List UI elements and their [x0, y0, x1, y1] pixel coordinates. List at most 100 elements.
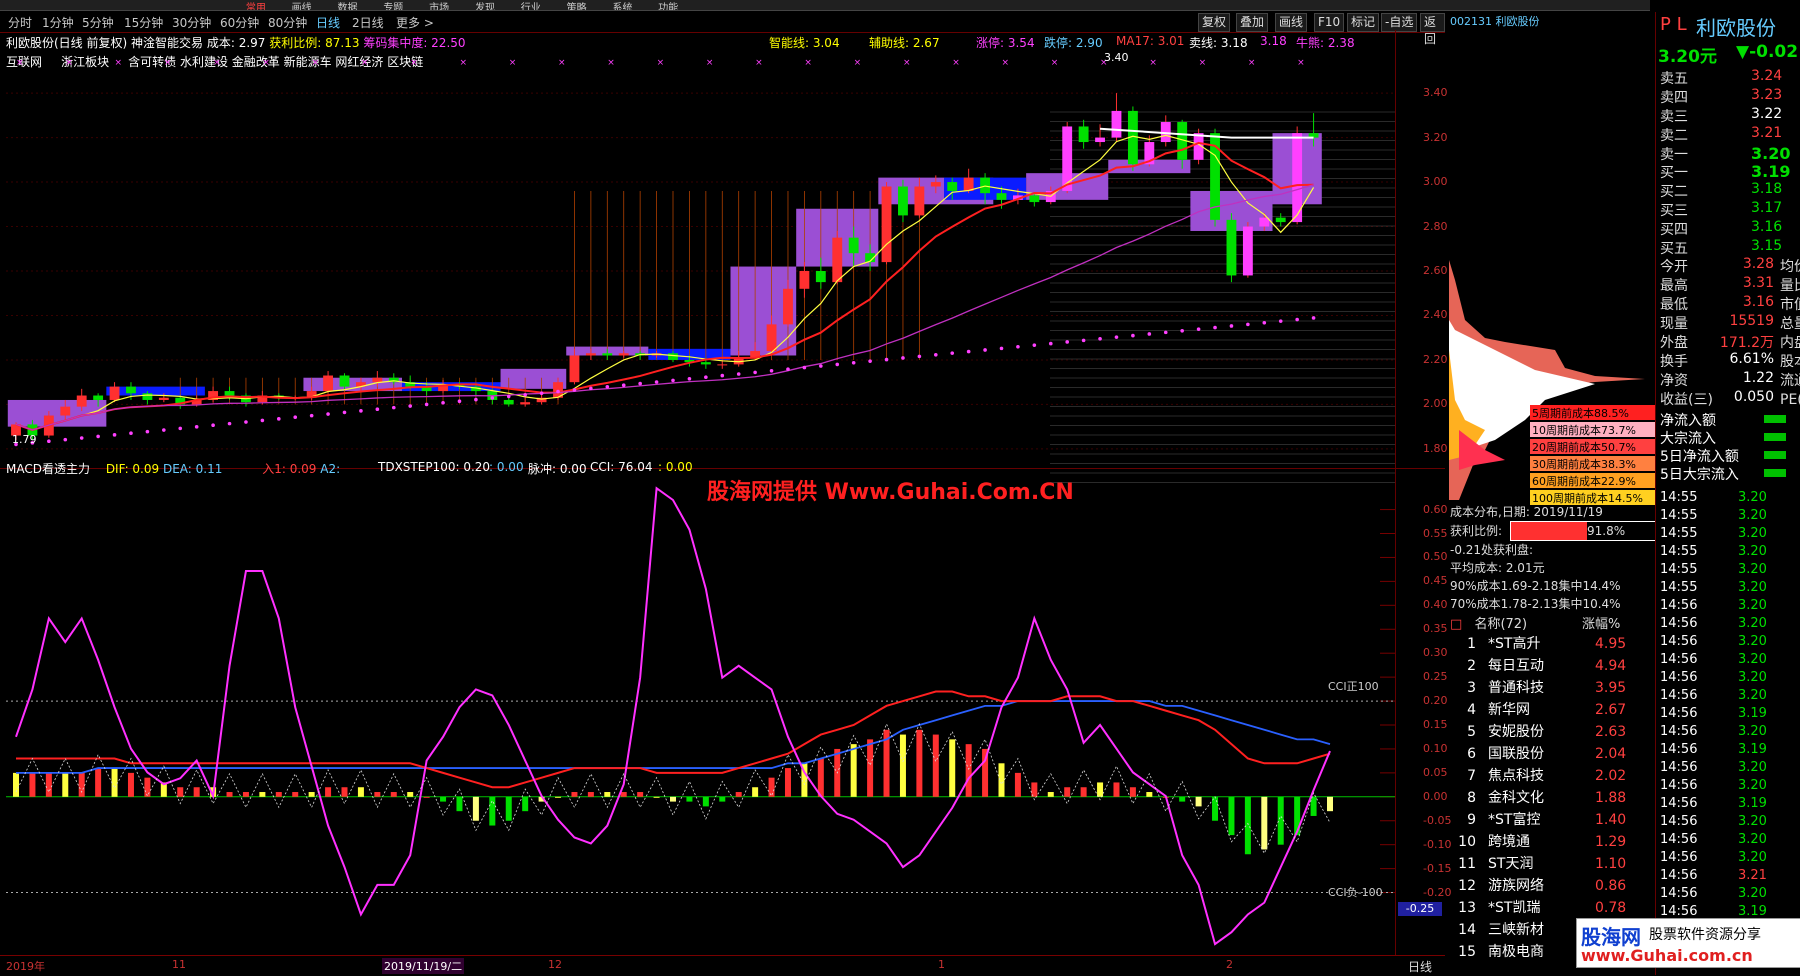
- ranking-row[interactable]: 1 *ST高升 4.95: [1450, 633, 1655, 655]
- rank-name: *ST富控: [1488, 812, 1541, 828]
- candle-body[interactable]: [783, 288, 793, 325]
- menu-item-7[interactable]: 专题: [383, 4, 403, 11]
- candle-body[interactable]: [1078, 126, 1089, 143]
- rank-name: 国联股份: [1488, 746, 1544, 762]
- candle-body[interactable]: [799, 271, 810, 289]
- candle-body[interactable]: [1226, 219, 1237, 276]
- tab-fenshi[interactable]: 分时: [8, 14, 32, 31]
- tick-time: 14:56: [1660, 760, 1698, 775]
- candle-body[interactable]: [93, 395, 104, 400]
- candle-body[interactable]: [947, 182, 958, 191]
- macd-bar: [242, 792, 249, 797]
- ranking-row[interactable]: 2 每日互动 4.94: [1450, 655, 1655, 677]
- candle-body[interactable]: [76, 395, 87, 407]
- badge-url: www.Guhai.com.cn: [1581, 946, 1753, 965]
- tab-80min[interactable]: 80分钟: [268, 14, 307, 31]
- quote-stat-row: 收益(三) 0.050 PE(动: [1656, 389, 1800, 408]
- ranking-head-name[interactable]: 名称(72): [1474, 617, 1527, 632]
- bull-bear-dot: [556, 389, 560, 394]
- candle-body[interactable]: [1062, 126, 1073, 191]
- tab-30min[interactable]: 30分钟: [172, 14, 211, 31]
- orderbook-row[interactable]: 卖五 3.24: [1656, 68, 1800, 87]
- tab-5min[interactable]: 5分钟: [82, 14, 114, 31]
- macd-bar: [916, 729, 923, 797]
- candle-body[interactable]: [815, 271, 826, 283]
- orderbook-row[interactable]: 买一 3.19: [1656, 162, 1800, 181]
- candle-body[interactable]: [930, 182, 941, 187]
- candle-body[interactable]: [1095, 137, 1105, 143]
- tab-more[interactable]: 更多 >: [396, 14, 434, 31]
- candle-body[interactable]: [339, 375, 350, 387]
- candle-body[interactable]: [1111, 110, 1122, 138]
- candle-body[interactable]: [881, 186, 892, 263]
- candle-body[interactable]: [142, 393, 153, 400]
- menu-item-11[interactable]: 策略: [567, 4, 587, 11]
- macd-entry: 入1: 0.09: [262, 462, 317, 476]
- menu-item-10[interactable]: 行业: [521, 4, 541, 11]
- ranking-row[interactable]: 7 焦点科技 2.02: [1450, 765, 1655, 787]
- candle-body[interactable]: [618, 353, 629, 356]
- ranking-row[interactable]: 10 跨境通 1.29: [1450, 831, 1655, 853]
- candle-body[interactable]: [1242, 226, 1253, 276]
- menu-item-5[interactable]: 画线: [292, 4, 312, 11]
- orderbook-row[interactable]: 买三 3.17: [1656, 200, 1800, 219]
- candle-body[interactable]: [126, 386, 136, 394]
- tab-60min[interactable]: 60分钟: [220, 14, 259, 31]
- candle-body[interactable]: [60, 406, 71, 416]
- ranking-row[interactable]: 4 新华网 2.67: [1450, 699, 1655, 721]
- candle-body[interactable]: [224, 391, 235, 396]
- menu-item-12[interactable]: 系统: [612, 4, 632, 11]
- candle-body[interactable]: [1029, 195, 1040, 203]
- ranking-head-change[interactable]: 涨幅%: [1582, 613, 1620, 632]
- menu-item-8[interactable]: 市场: [429, 4, 449, 11]
- tab-2day[interactable]: 2日线: [352, 14, 384, 31]
- candle-body[interactable]: [520, 402, 531, 405]
- candle-body[interactable]: [503, 399, 514, 405]
- candle-body[interactable]: [109, 386, 120, 400]
- bull-bear-dot: [1278, 319, 1283, 323]
- candle-body[interactable]: [158, 397, 169, 400]
- candle-body[interactable]: [323, 375, 334, 392]
- orderbook-row[interactable]: 买二 3.18: [1656, 181, 1800, 200]
- candle-body[interactable]: [717, 364, 728, 366]
- candle-body[interactable]: [766, 324, 777, 352]
- candle-body[interactable]: [569, 355, 580, 383]
- bull-bear-dot: [917, 354, 922, 359]
- menu-item-13[interactable]: 功能: [658, 4, 678, 11]
- ranking-row[interactable]: 9 *ST富控 1.40: [1450, 809, 1655, 831]
- ranking-row[interactable]: 6 国联股份 2.04: [1450, 743, 1655, 765]
- candle-body[interactable]: [585, 353, 596, 356]
- candle-body[interactable]: [996, 193, 1007, 200]
- tab-15min[interactable]: 15分钟: [124, 14, 163, 31]
- orderbook-row[interactable]: 卖二 3.21: [1656, 125, 1800, 144]
- date-1: 1: [938, 958, 945, 971]
- tab-daily[interactable]: 日线: [316, 14, 340, 31]
- candle-body[interactable]: [668, 353, 678, 360]
- menu-item-9[interactable]: 发现: [475, 4, 495, 11]
- orderbook-row[interactable]: 卖三 3.22: [1656, 106, 1800, 125]
- orderbook-row[interactable]: 卖一 3.20: [1656, 144, 1800, 163]
- candle-body[interactable]: [848, 237, 859, 254]
- menu-item-4[interactable]: 常用: [246, 4, 266, 11]
- candle-body[interactable]: [963, 177, 974, 191]
- tab-1min[interactable]: 1分钟: [42, 14, 74, 31]
- orderbook-row[interactable]: 买五 3.15: [1656, 238, 1800, 257]
- ranking-row[interactable]: 12 游族网络 0.86: [1450, 875, 1655, 897]
- orderbook-row[interactable]: 买四 3.16: [1656, 219, 1800, 238]
- candle-body[interactable]: [372, 377, 383, 383]
- ranking-row[interactable]: 3 普通科技 3.95: [1450, 677, 1655, 699]
- ranking-row[interactable]: 13 *ST凯瑞 0.78: [1450, 897, 1655, 919]
- candle-body[interactable]: [898, 186, 908, 216]
- candle-body[interactable]: [700, 362, 711, 365]
- candle-body[interactable]: [914, 186, 925, 216]
- orderbook-row[interactable]: 卖四 3.23: [1656, 87, 1800, 106]
- candle-body[interactable]: [602, 353, 613, 356]
- candle-body[interactable]: [832, 237, 843, 283]
- tick-price: 3.20: [1738, 688, 1767, 703]
- ranking-row[interactable]: 8 金科文化 1.88: [1450, 787, 1655, 809]
- candle-body[interactable]: [980, 177, 991, 194]
- menu-item-6[interactable]: 数据: [337, 4, 357, 11]
- ranking-row[interactable]: 11 ST天润 1.10: [1450, 853, 1655, 875]
- candle-body[interactable]: [1275, 217, 1286, 223]
- ranking-row[interactable]: 5 安妮股份 2.63: [1450, 721, 1655, 743]
